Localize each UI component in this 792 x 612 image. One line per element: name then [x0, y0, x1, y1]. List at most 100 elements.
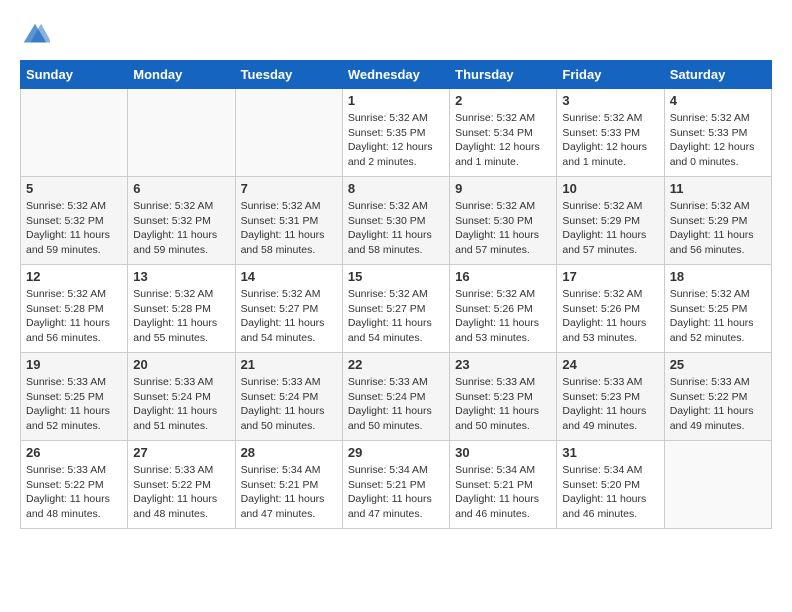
calendar-cell: 29 Sunrise: 5:34 AM Sunset: 5:21 PM Dayl… [342, 441, 449, 529]
day-number: 23 [455, 357, 551, 372]
logo-icon [20, 20, 50, 50]
calendar-cell: 1 Sunrise: 5:32 AM Sunset: 5:35 PM Dayli… [342, 89, 449, 177]
day-number: 17 [562, 269, 658, 284]
cell-info: Sunrise: 5:32 AM Sunset: 5:32 PM Dayligh… [133, 199, 229, 258]
cell-info: Sunrise: 5:32 AM Sunset: 5:32 PM Dayligh… [26, 199, 122, 258]
calendar-cell [128, 89, 235, 177]
day-number: 13 [133, 269, 229, 284]
calendar-cell: 15 Sunrise: 5:32 AM Sunset: 5:27 PM Dayl… [342, 265, 449, 353]
cell-info: Sunrise: 5:32 AM Sunset: 5:28 PM Dayligh… [26, 287, 122, 346]
calendar-body: 1 Sunrise: 5:32 AM Sunset: 5:35 PM Dayli… [21, 89, 772, 529]
day-number: 3 [562, 93, 658, 108]
calendar-cell: 19 Sunrise: 5:33 AM Sunset: 5:25 PM Dayl… [21, 353, 128, 441]
cell-info: Sunrise: 5:32 AM Sunset: 5:33 PM Dayligh… [562, 111, 658, 170]
cell-info: Sunrise: 5:33 AM Sunset: 5:23 PM Dayligh… [455, 375, 551, 434]
calendar-week-row: 1 Sunrise: 5:32 AM Sunset: 5:35 PM Dayli… [21, 89, 772, 177]
calendar-cell: 28 Sunrise: 5:34 AM Sunset: 5:21 PM Dayl… [235, 441, 342, 529]
cell-info: Sunrise: 5:32 AM Sunset: 5:26 PM Dayligh… [562, 287, 658, 346]
calendar-cell: 5 Sunrise: 5:32 AM Sunset: 5:32 PM Dayli… [21, 177, 128, 265]
day-number: 15 [348, 269, 444, 284]
calendar-cell: 24 Sunrise: 5:33 AM Sunset: 5:23 PM Dayl… [557, 353, 664, 441]
calendar-cell: 23 Sunrise: 5:33 AM Sunset: 5:23 PM Dayl… [450, 353, 557, 441]
cell-info: Sunrise: 5:33 AM Sunset: 5:22 PM Dayligh… [670, 375, 766, 434]
day-number: 20 [133, 357, 229, 372]
calendar-cell: 3 Sunrise: 5:32 AM Sunset: 5:33 PM Dayli… [557, 89, 664, 177]
calendar-table: SundayMondayTuesdayWednesdayThursdayFrid… [20, 60, 772, 529]
cell-info: Sunrise: 5:32 AM Sunset: 5:25 PM Dayligh… [670, 287, 766, 346]
day-number: 24 [562, 357, 658, 372]
calendar-cell: 30 Sunrise: 5:34 AM Sunset: 5:21 PM Dayl… [450, 441, 557, 529]
cell-info: Sunrise: 5:33 AM Sunset: 5:22 PM Dayligh… [26, 463, 122, 522]
day-number: 14 [241, 269, 337, 284]
cell-info: Sunrise: 5:34 AM Sunset: 5:21 PM Dayligh… [348, 463, 444, 522]
calendar-cell: 14 Sunrise: 5:32 AM Sunset: 5:27 PM Dayl… [235, 265, 342, 353]
calendar-week-row: 5 Sunrise: 5:32 AM Sunset: 5:32 PM Dayli… [21, 177, 772, 265]
cell-info: Sunrise: 5:32 AM Sunset: 5:29 PM Dayligh… [562, 199, 658, 258]
cell-info: Sunrise: 5:32 AM Sunset: 5:35 PM Dayligh… [348, 111, 444, 170]
calendar-cell [235, 89, 342, 177]
day-number: 27 [133, 445, 229, 460]
cell-info: Sunrise: 5:33 AM Sunset: 5:22 PM Dayligh… [133, 463, 229, 522]
calendar-week-row: 12 Sunrise: 5:32 AM Sunset: 5:28 PM Dayl… [21, 265, 772, 353]
day-number: 16 [455, 269, 551, 284]
day-number: 4 [670, 93, 766, 108]
day-number: 1 [348, 93, 444, 108]
day-number: 7 [241, 181, 337, 196]
calendar-cell: 27 Sunrise: 5:33 AM Sunset: 5:22 PM Dayl… [128, 441, 235, 529]
day-number: 11 [670, 181, 766, 196]
day-number: 9 [455, 181, 551, 196]
cell-info: Sunrise: 5:33 AM Sunset: 5:23 PM Dayligh… [562, 375, 658, 434]
calendar-cell: 21 Sunrise: 5:33 AM Sunset: 5:24 PM Dayl… [235, 353, 342, 441]
day-number: 21 [241, 357, 337, 372]
page-header [20, 20, 772, 50]
cell-info: Sunrise: 5:32 AM Sunset: 5:34 PM Dayligh… [455, 111, 551, 170]
calendar-cell: 11 Sunrise: 5:32 AM Sunset: 5:29 PM Dayl… [664, 177, 771, 265]
cell-info: Sunrise: 5:32 AM Sunset: 5:27 PM Dayligh… [348, 287, 444, 346]
weekday-header: Friday [557, 61, 664, 89]
calendar-cell: 22 Sunrise: 5:33 AM Sunset: 5:24 PM Dayl… [342, 353, 449, 441]
weekday-header: Wednesday [342, 61, 449, 89]
day-number: 31 [562, 445, 658, 460]
weekday-header: Monday [128, 61, 235, 89]
weekday-header: Saturday [664, 61, 771, 89]
calendar-cell: 25 Sunrise: 5:33 AM Sunset: 5:22 PM Dayl… [664, 353, 771, 441]
day-number: 30 [455, 445, 551, 460]
calendar-cell: 2 Sunrise: 5:32 AM Sunset: 5:34 PM Dayli… [450, 89, 557, 177]
cell-info: Sunrise: 5:33 AM Sunset: 5:24 PM Dayligh… [348, 375, 444, 434]
cell-info: Sunrise: 5:33 AM Sunset: 5:24 PM Dayligh… [241, 375, 337, 434]
day-number: 19 [26, 357, 122, 372]
calendar-cell: 7 Sunrise: 5:32 AM Sunset: 5:31 PM Dayli… [235, 177, 342, 265]
day-number: 18 [670, 269, 766, 284]
calendar-cell: 13 Sunrise: 5:32 AM Sunset: 5:28 PM Dayl… [128, 265, 235, 353]
calendar-cell: 12 Sunrise: 5:32 AM Sunset: 5:28 PM Dayl… [21, 265, 128, 353]
calendar-cell: 6 Sunrise: 5:32 AM Sunset: 5:32 PM Dayli… [128, 177, 235, 265]
calendar-cell: 10 Sunrise: 5:32 AM Sunset: 5:29 PM Dayl… [557, 177, 664, 265]
cell-info: Sunrise: 5:32 AM Sunset: 5:31 PM Dayligh… [241, 199, 337, 258]
day-number: 26 [26, 445, 122, 460]
cell-info: Sunrise: 5:32 AM Sunset: 5:27 PM Dayligh… [241, 287, 337, 346]
calendar-cell [664, 441, 771, 529]
cell-info: Sunrise: 5:34 AM Sunset: 5:21 PM Dayligh… [241, 463, 337, 522]
weekday-header: Thursday [450, 61, 557, 89]
cell-info: Sunrise: 5:34 AM Sunset: 5:20 PM Dayligh… [562, 463, 658, 522]
day-number: 12 [26, 269, 122, 284]
calendar-cell: 4 Sunrise: 5:32 AM Sunset: 5:33 PM Dayli… [664, 89, 771, 177]
weekday-header: Tuesday [235, 61, 342, 89]
cell-info: Sunrise: 5:32 AM Sunset: 5:33 PM Dayligh… [670, 111, 766, 170]
day-number: 22 [348, 357, 444, 372]
calendar-cell: 26 Sunrise: 5:33 AM Sunset: 5:22 PM Dayl… [21, 441, 128, 529]
day-number: 10 [562, 181, 658, 196]
cell-info: Sunrise: 5:34 AM Sunset: 5:21 PM Dayligh… [455, 463, 551, 522]
day-number: 29 [348, 445, 444, 460]
cell-info: Sunrise: 5:32 AM Sunset: 5:28 PM Dayligh… [133, 287, 229, 346]
calendar-cell [21, 89, 128, 177]
calendar-cell: 20 Sunrise: 5:33 AM Sunset: 5:24 PM Dayl… [128, 353, 235, 441]
calendar-cell: 16 Sunrise: 5:32 AM Sunset: 5:26 PM Dayl… [450, 265, 557, 353]
logo [20, 20, 54, 50]
cell-info: Sunrise: 5:33 AM Sunset: 5:25 PM Dayligh… [26, 375, 122, 434]
calendar-cell: 17 Sunrise: 5:32 AM Sunset: 5:26 PM Dayl… [557, 265, 664, 353]
day-number: 5 [26, 181, 122, 196]
day-number: 25 [670, 357, 766, 372]
calendar-week-row: 19 Sunrise: 5:33 AM Sunset: 5:25 PM Dayl… [21, 353, 772, 441]
day-number: 28 [241, 445, 337, 460]
